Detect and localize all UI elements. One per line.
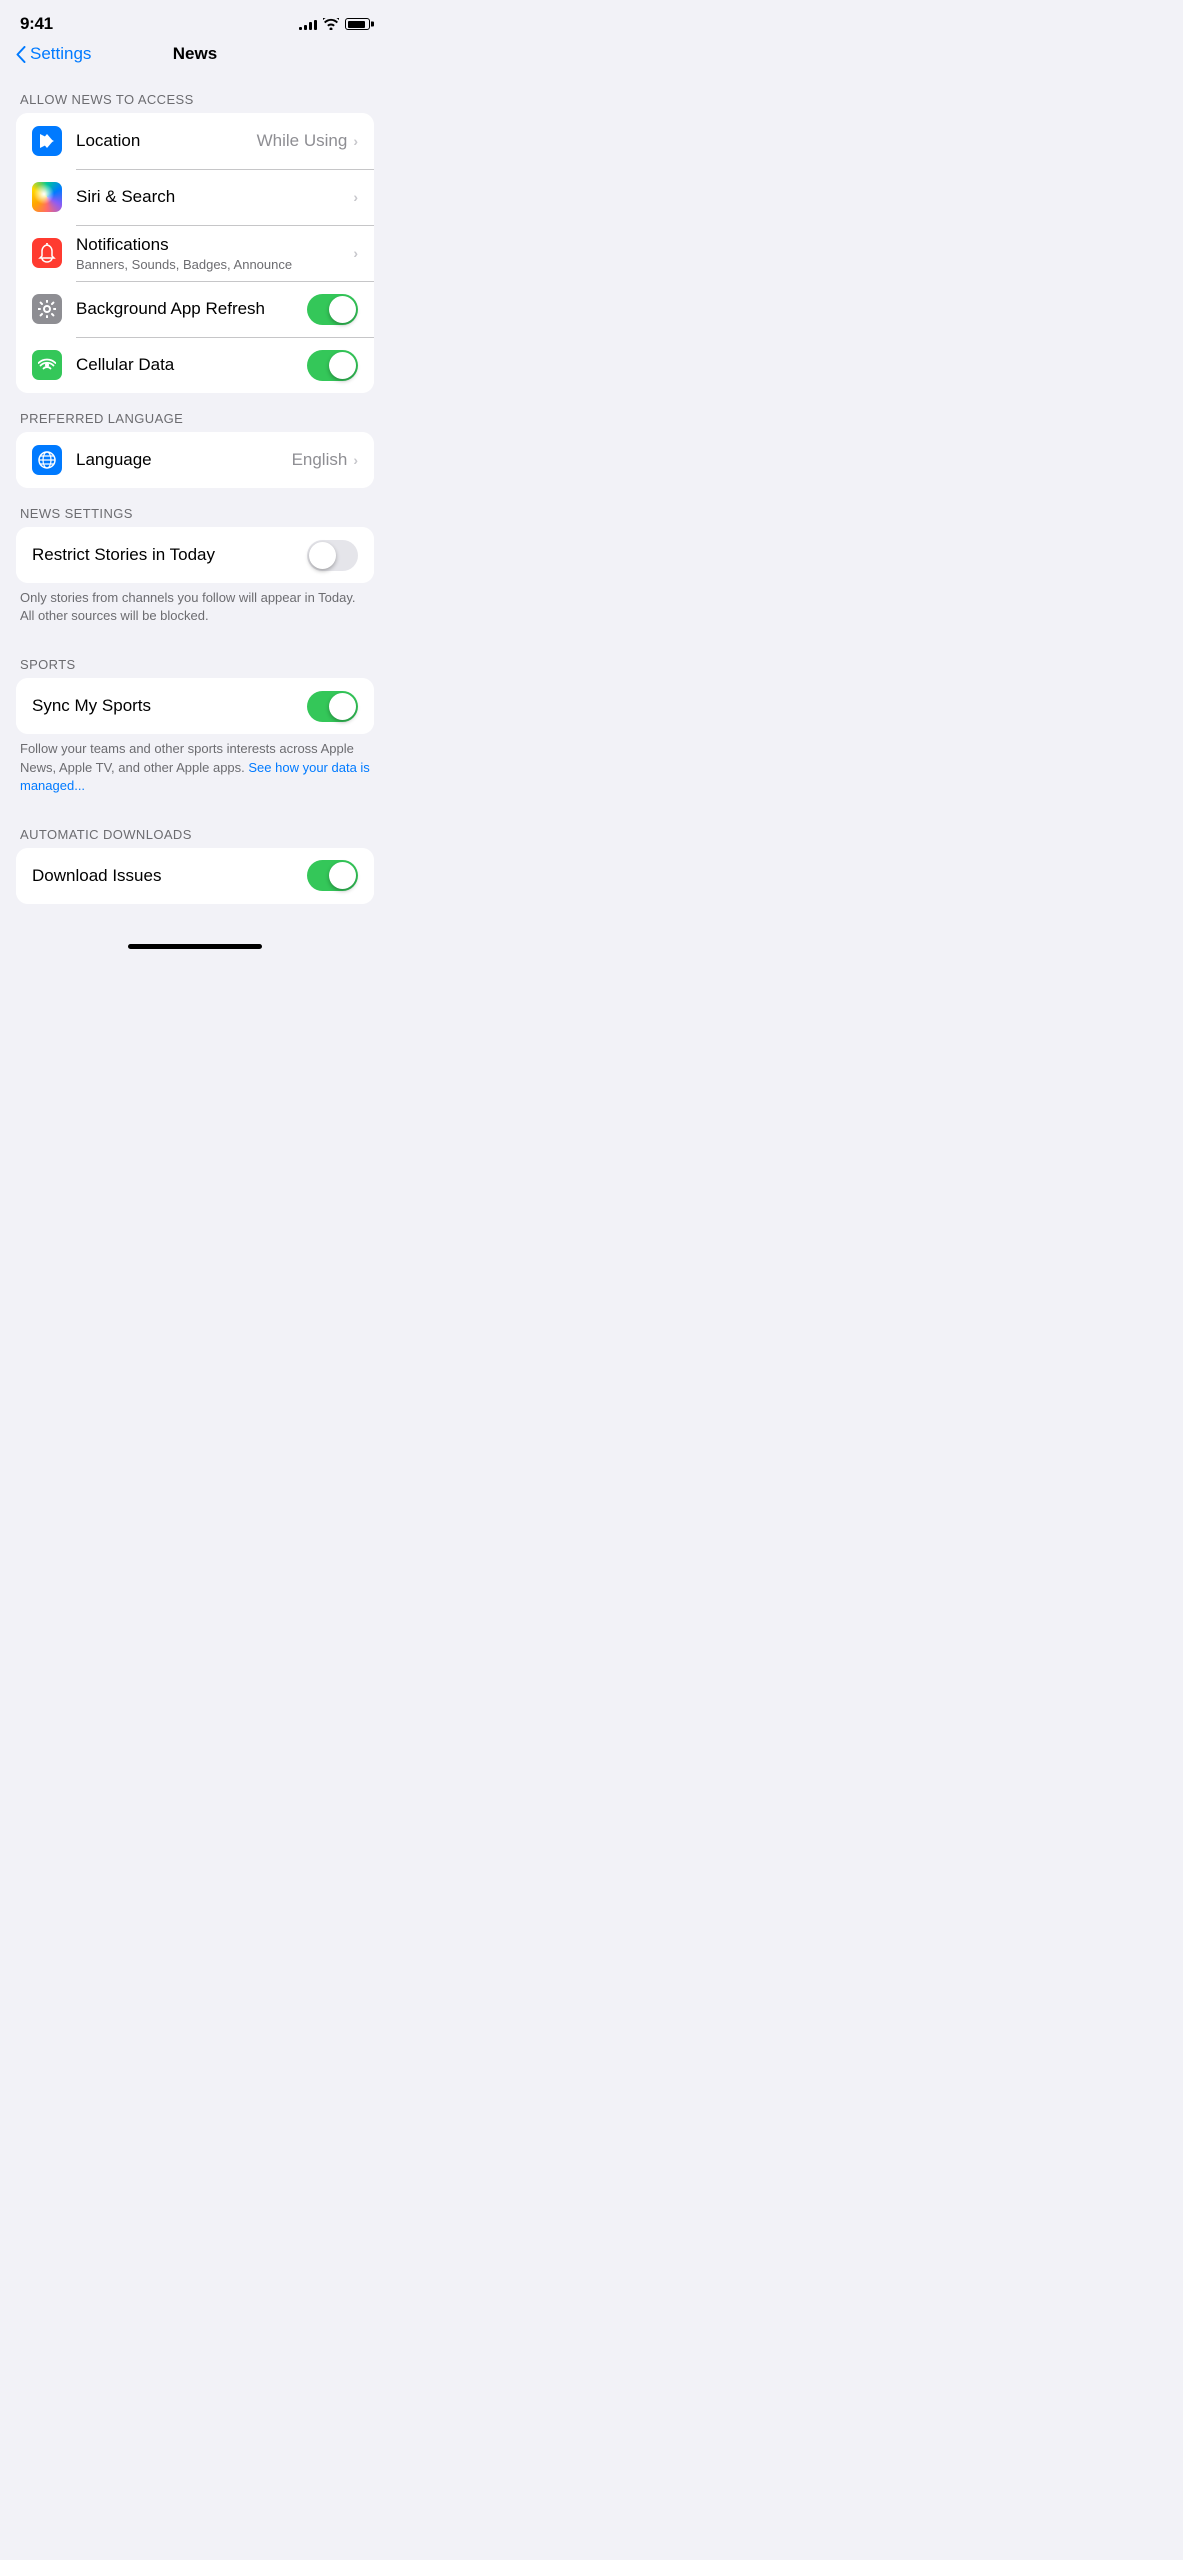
sync-sports-toggle[interactable] — [307, 691, 358, 722]
location-chevron: › — [353, 133, 358, 149]
section-header-sports: SPORTS — [0, 641, 390, 678]
download-issues-toggle-knob — [329, 862, 356, 889]
card-allow-access: Location While Using › Siri & Search › — [16, 113, 374, 393]
cellular-app-icon — [32, 350, 62, 380]
siri-chevron: › — [353, 189, 358, 205]
bg-refresh-label: Background App Refresh — [76, 299, 307, 319]
restrict-stories-toggle-knob — [309, 542, 336, 569]
location-arrow-icon — [38, 132, 56, 150]
bg-refresh-toggle[interactable] — [307, 294, 358, 325]
siri-label: Siri & Search — [76, 187, 353, 207]
row-restrict-stories[interactable]: Restrict Stories in Today — [16, 527, 374, 583]
section-allow-access: ALLOW NEWS TO ACCESS Location While Usin… — [0, 76, 390, 393]
language-label: Language — [76, 450, 292, 470]
location-app-icon — [32, 126, 62, 156]
sync-sports-toggle-knob — [329, 693, 356, 720]
section-news-settings: NEWS SETTINGS Restrict Stories in Today … — [0, 490, 390, 639]
restrict-stories-text: Restrict Stories in Today — [32, 545, 307, 565]
language-chevron: › — [353, 452, 358, 468]
sync-sports-text: Sync My Sports — [32, 696, 307, 716]
download-issues-toggle[interactable] — [307, 860, 358, 891]
restrict-stories-toggle[interactable] — [307, 540, 358, 571]
cellular-toggle[interactable] — [307, 350, 358, 381]
bg-refresh-app-icon — [32, 294, 62, 324]
notifications-sublabel: Banners, Sounds, Badges, Announce — [76, 257, 353, 272]
notifications-text: Notifications Banners, Sounds, Badges, A… — [76, 235, 353, 272]
bg-refresh-text: Background App Refresh — [76, 299, 307, 319]
sync-sports-label: Sync My Sports — [32, 696, 307, 716]
back-button[interactable]: Settings — [16, 44, 91, 64]
wifi-icon — [323, 18, 339, 30]
section-sports: SPORTS Sync My Sports Follow your teams … — [0, 641, 390, 809]
home-indicator — [0, 936, 390, 955]
row-bg-refresh[interactable]: Background App Refresh — [16, 281, 374, 337]
back-chevron-icon — [16, 46, 26, 63]
section-header-language: PREFERRED LANGUAGE — [0, 395, 390, 432]
notifications-label: Notifications — [76, 235, 353, 255]
bg-refresh-toggle-knob — [329, 296, 356, 323]
notifications-app-icon — [32, 238, 62, 268]
section-auto-downloads: AUTOMATIC DOWNLOADS Download Issues — [0, 811, 390, 904]
cellular-label: Cellular Data — [76, 355, 307, 375]
section-header-allow-access: ALLOW NEWS TO ACCESS — [0, 76, 390, 113]
row-location[interactable]: Location While Using › — [16, 113, 374, 169]
section-header-news-settings: NEWS SETTINGS — [0, 490, 390, 527]
download-issues-label: Download Issues — [32, 866, 307, 886]
status-time: 9:41 — [20, 14, 53, 34]
section-footer-news-settings: Only stories from channels you follow wi… — [0, 583, 390, 639]
cellular-toggle-knob — [329, 352, 356, 379]
row-cellular[interactable]: Cellular Data — [16, 337, 374, 393]
section-footer-sports: Follow your teams and other sports inter… — [0, 734, 390, 809]
status-bar: 9:41 — [0, 0, 390, 40]
siri-text: Siri & Search — [76, 187, 353, 207]
row-siri[interactable]: Siri & Search › — [16, 169, 374, 225]
status-icons — [299, 18, 370, 30]
globe-icon — [38, 451, 56, 469]
home-bar — [128, 944, 262, 949]
card-news-settings: Restrict Stories in Today — [16, 527, 374, 583]
row-download-issues[interactable]: Download Issues — [16, 848, 374, 904]
location-text: Location — [76, 131, 257, 151]
restrict-stories-label: Restrict Stories in Today — [32, 545, 307, 565]
language-text: Language — [76, 450, 292, 470]
back-label: Settings — [30, 44, 91, 64]
battery-fill — [348, 21, 365, 28]
card-auto-downloads: Download Issues — [16, 848, 374, 904]
nav-bar: Settings News — [0, 40, 390, 76]
language-app-icon — [32, 445, 62, 475]
battery-icon — [345, 18, 370, 30]
notifications-chevron: › — [353, 245, 358, 261]
download-issues-text: Download Issues — [32, 866, 307, 886]
section-preferred-language: PREFERRED LANGUAGE Language English › — [0, 395, 390, 488]
siri-app-icon — [32, 182, 62, 212]
gear-icon — [38, 300, 56, 318]
page-title: News — [173, 44, 217, 64]
row-notifications[interactable]: Notifications Banners, Sounds, Badges, A… — [16, 225, 374, 281]
language-value: English — [292, 450, 348, 470]
section-header-auto-downloads: AUTOMATIC DOWNLOADS — [0, 811, 390, 848]
bell-icon — [38, 243, 56, 263]
location-value: While Using — [257, 131, 348, 151]
cellular-text: Cellular Data — [76, 355, 307, 375]
row-sync-sports[interactable]: Sync My Sports — [16, 678, 374, 734]
row-language[interactable]: Language English › — [16, 432, 374, 488]
signal-icon — [299, 18, 317, 30]
card-sports: Sync My Sports — [16, 678, 374, 734]
card-language: Language English › — [16, 432, 374, 488]
wifi-waves-icon — [38, 356, 56, 374]
location-label: Location — [76, 131, 257, 151]
